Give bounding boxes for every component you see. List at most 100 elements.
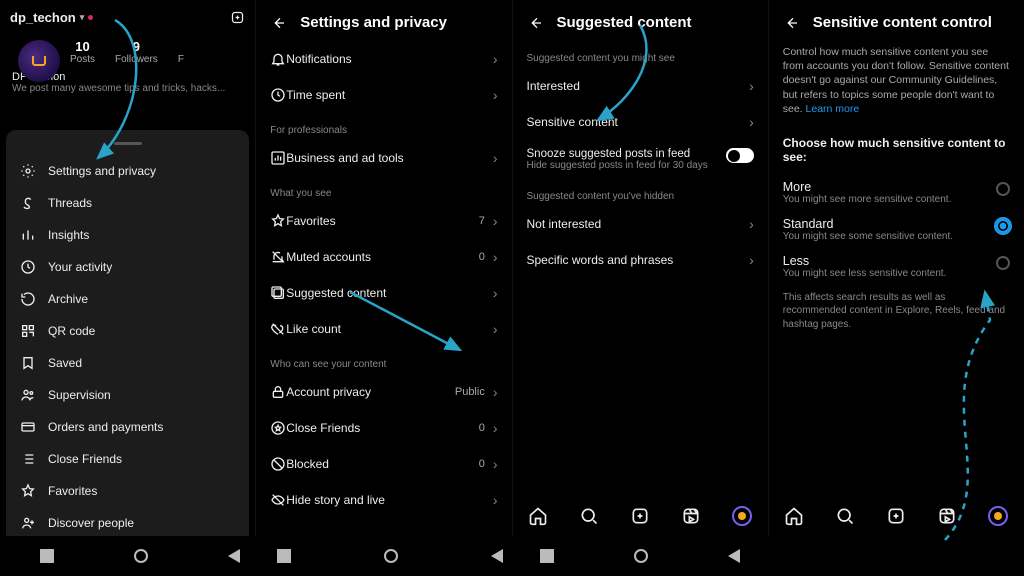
- add-icon[interactable]: [630, 506, 650, 526]
- home-key[interactable]: [384, 549, 398, 563]
- add-icon[interactable]: [886, 506, 906, 526]
- row-snooze[interactable]: Snooze suggested posts in feedHide sugge…: [513, 140, 768, 179]
- mute-icon: [270, 249, 286, 265]
- menu-settings-privacy[interactable]: Settings and privacy: [6, 155, 249, 187]
- stat-followers[interactable]: 9Followers: [115, 39, 158, 65]
- back-icon[interactable]: [783, 15, 799, 31]
- menu-saved[interactable]: Saved: [6, 347, 249, 379]
- lock-icon: [270, 384, 286, 400]
- menu-closefriends[interactable]: Close Friends: [6, 443, 249, 475]
- android-nav: [500, 536, 780, 576]
- add-icon[interactable]: [229, 9, 245, 25]
- profile-tab[interactable]: [988, 506, 1008, 526]
- back-key[interactable]: [728, 549, 740, 563]
- dot-badge: [88, 15, 93, 20]
- row-likecount[interactable]: Like count›: [256, 311, 511, 347]
- tabbar: [769, 496, 1024, 536]
- reels-icon[interactable]: [937, 506, 957, 526]
- back-icon[interactable]: [527, 15, 543, 31]
- overview-key[interactable]: [540, 549, 554, 563]
- row-closefriends2[interactable]: Close Friends0›: [256, 410, 511, 446]
- menu-threads[interactable]: Threads: [6, 187, 249, 219]
- row-hidestory[interactable]: Hide story and live›: [256, 482, 511, 518]
- menu-activity[interactable]: Your activity: [6, 251, 249, 283]
- search-icon[interactable]: [579, 506, 599, 526]
- opt-less[interactable]: LessYou might see less sensitive content…: [769, 244, 1024, 281]
- home-key[interactable]: [134, 549, 148, 563]
- qr-icon: [20, 323, 36, 339]
- menu-favorites[interactable]: Favorites: [6, 475, 249, 507]
- profile-header[interactable]: dp_techon ▾: [0, 0, 255, 25]
- row-timespent[interactable]: Time spent›: [256, 77, 511, 113]
- row-muted[interactable]: Muted accounts0›: [256, 239, 511, 275]
- row-favorites[interactable]: Favorites7›: [256, 203, 511, 239]
- archive-icon: [20, 291, 36, 307]
- row-privacy[interactable]: Account privacyPublic›: [256, 374, 511, 410]
- menu-qr[interactable]: QR code: [6, 315, 249, 347]
- back-icon[interactable]: [270, 15, 286, 31]
- row-swp[interactable]: Specific words and phrases›: [513, 242, 768, 278]
- insights-icon: [20, 227, 36, 243]
- chart-icon: [270, 150, 286, 166]
- section-whatyousee: What you see: [256, 176, 511, 203]
- star-icon: [20, 483, 36, 499]
- card-icon: [20, 419, 36, 435]
- home-key[interactable]: [634, 549, 648, 563]
- threads-icon: [20, 195, 36, 211]
- home-icon[interactable]: [784, 506, 804, 526]
- row-notifications[interactable]: Notifications›: [256, 41, 511, 77]
- section-whocansee: Who can see your content: [256, 347, 511, 374]
- bio: We post many awesome tips and tricks, ha…: [0, 83, 255, 94]
- snooze-toggle[interactable]: [726, 148, 754, 163]
- choose-heading: Choose how much sensitive content to see…: [769, 126, 1024, 170]
- list-icon: [20, 451, 36, 467]
- profile-menu-sheet: Settings and privacy Threads Insights Yo…: [6, 130, 249, 536]
- section-hidden: Suggested content you've hidden: [513, 179, 768, 206]
- row-blocked[interactable]: Blocked0›: [256, 446, 511, 482]
- header-sensitive: Sensitive content control: [769, 0, 1024, 41]
- profile-tab[interactable]: [732, 506, 752, 526]
- row-suggested[interactable]: Suggested content›: [256, 275, 511, 311]
- heart-off-icon: [270, 321, 286, 337]
- row-interested[interactable]: Interested›: [513, 68, 768, 104]
- opt-more[interactable]: MoreYou might see more sensitive content…: [769, 170, 1024, 207]
- overview-key[interactable]: [40, 549, 54, 563]
- eye-off-icon: [270, 492, 286, 508]
- clock-icon: [270, 87, 286, 103]
- stat-posts[interactable]: 10Posts: [70, 39, 95, 65]
- search-icon[interactable]: [835, 506, 855, 526]
- header-suggested: Suggested content: [513, 0, 768, 41]
- menu-supervision[interactable]: Supervision: [6, 379, 249, 411]
- menu-archive[interactable]: Archive: [6, 283, 249, 315]
- reels-icon[interactable]: [681, 506, 701, 526]
- bell-icon: [270, 51, 286, 67]
- chevron-down-icon: ▾: [80, 12, 85, 23]
- description: Control how much sensitive content you s…: [769, 41, 1024, 126]
- row-notinterested[interactable]: Not interested›: [513, 206, 768, 242]
- stat-following[interactable]: F: [178, 39, 184, 65]
- section-professionals: For professionals: [256, 113, 511, 140]
- learn-more-link[interactable]: Learn more: [806, 103, 860, 115]
- opt-standard[interactable]: StandardYou might see some sensitive con…: [769, 207, 1024, 244]
- avatar[interactable]: [18, 40, 60, 82]
- row-sensitive[interactable]: Sensitive content›: [513, 104, 768, 140]
- clock-icon: [20, 259, 36, 275]
- sheet-handle[interactable]: [114, 142, 142, 145]
- footnote: This affects search results as well as r…: [769, 281, 1024, 340]
- radio-selected-icon: [996, 219, 1010, 233]
- row-business[interactable]: Business and ad tools›: [256, 140, 511, 176]
- photos-icon: [270, 285, 286, 301]
- menu-orders[interactable]: Orders and payments: [6, 411, 249, 443]
- radio-icon: [996, 182, 1010, 196]
- overview-key[interactable]: [277, 549, 291, 563]
- people-icon: [20, 387, 36, 403]
- star-icon: [270, 213, 286, 229]
- menu-discover[interactable]: Discover people: [6, 507, 249, 536]
- discover-icon: [20, 515, 36, 531]
- home-icon[interactable]: [528, 506, 548, 526]
- star-circle-icon: [270, 420, 286, 436]
- chevron-right-icon: ›: [493, 51, 498, 67]
- gear-icon: [20, 163, 36, 179]
- menu-insights[interactable]: Insights: [6, 219, 249, 251]
- title: Settings and privacy: [300, 14, 447, 31]
